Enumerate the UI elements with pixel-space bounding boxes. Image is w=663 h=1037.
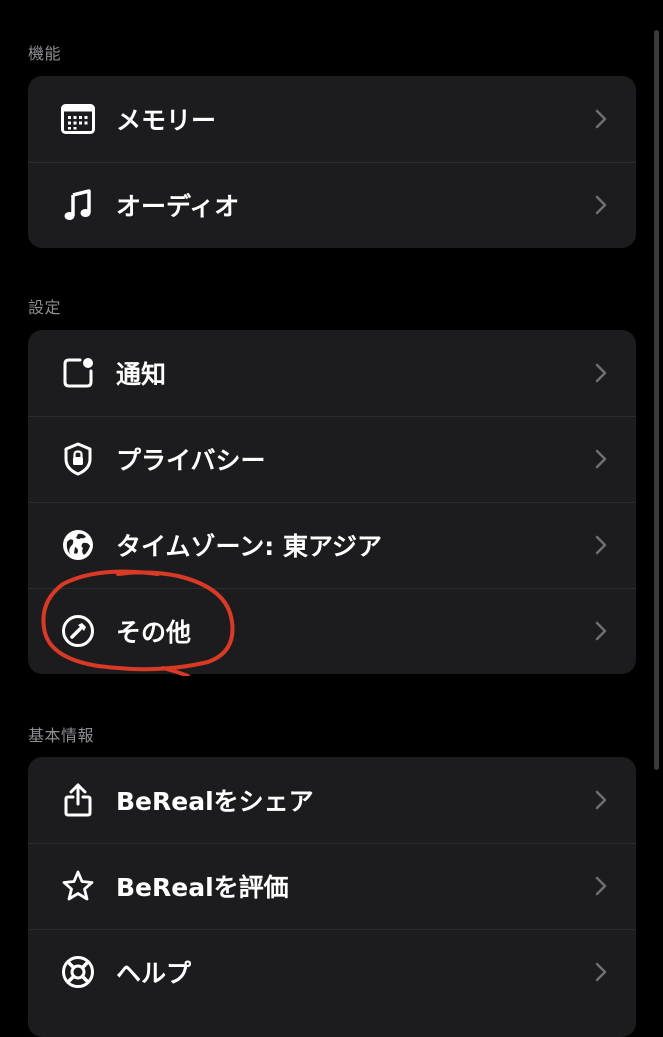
chevron-right-icon [594, 874, 608, 898]
section-label-settings: 設定 [28, 298, 62, 317]
row-memories[interactable]: メモリー [28, 76, 636, 162]
row-timezone[interactable]: タイムゾーン: 東アジア [28, 502, 636, 588]
row-privacy[interactable]: プライバシー [28, 416, 636, 502]
row-label-other: その他 [116, 618, 192, 647]
row-audio[interactable]: オーディオ [28, 162, 636, 248]
row-label-privacy: プライバシー [116, 446, 266, 475]
chevron-right-icon [594, 107, 608, 131]
calendar-icon [60, 101, 96, 137]
row-label-rate-bereal: BeRealを評価 [116, 873, 289, 902]
music-note-icon [60, 187, 96, 223]
notification-icon [60, 355, 96, 391]
row-notifications[interactable]: 通知 [28, 330, 636, 416]
row-help[interactable]: ヘルプ [28, 929, 636, 1015]
chevron-right-icon [594, 788, 608, 812]
lifebuoy-icon [60, 954, 96, 990]
section-label-about: 基本情報 [28, 726, 95, 745]
star-icon [60, 868, 96, 904]
row-label-help: ヘルプ [116, 959, 192, 988]
shield-lock-icon [60, 441, 96, 477]
hammer-icon [60, 613, 96, 649]
row-rate-bereal[interactable]: BeRealを評価 [28, 843, 636, 929]
row-label-timezone: タイムゾーン: 東アジア [116, 532, 382, 561]
row-share-bereal[interactable]: BeRealをシェア [28, 757, 636, 843]
row-other[interactable]: その他 [28, 588, 636, 674]
chevron-right-icon [594, 533, 608, 557]
scrollbar[interactable] [654, 30, 659, 770]
section-label-features: 機能 [28, 44, 62, 63]
row-label-audio: オーディオ [116, 192, 240, 221]
row-label-share-bereal: BeRealをシェア [116, 787, 314, 816]
chevron-right-icon [594, 447, 608, 471]
chevron-right-icon [594, 193, 608, 217]
chevron-right-icon [594, 619, 608, 643]
group-features: メモリー オーディオ [28, 76, 636, 248]
globe-icon [60, 527, 96, 563]
chevron-right-icon [594, 960, 608, 984]
group-about: BeRealをシェア BeRealを評価 ヘルプ [28, 757, 636, 1037]
share-icon [60, 782, 96, 818]
group-settings: 通知 プライバシー タイムゾーン: 東アジア その他 [28, 330, 636, 674]
chevron-right-icon [594, 361, 608, 385]
row-label-memories: メモリー [116, 106, 217, 135]
row-label-notifications: 通知 [116, 360, 167, 389]
